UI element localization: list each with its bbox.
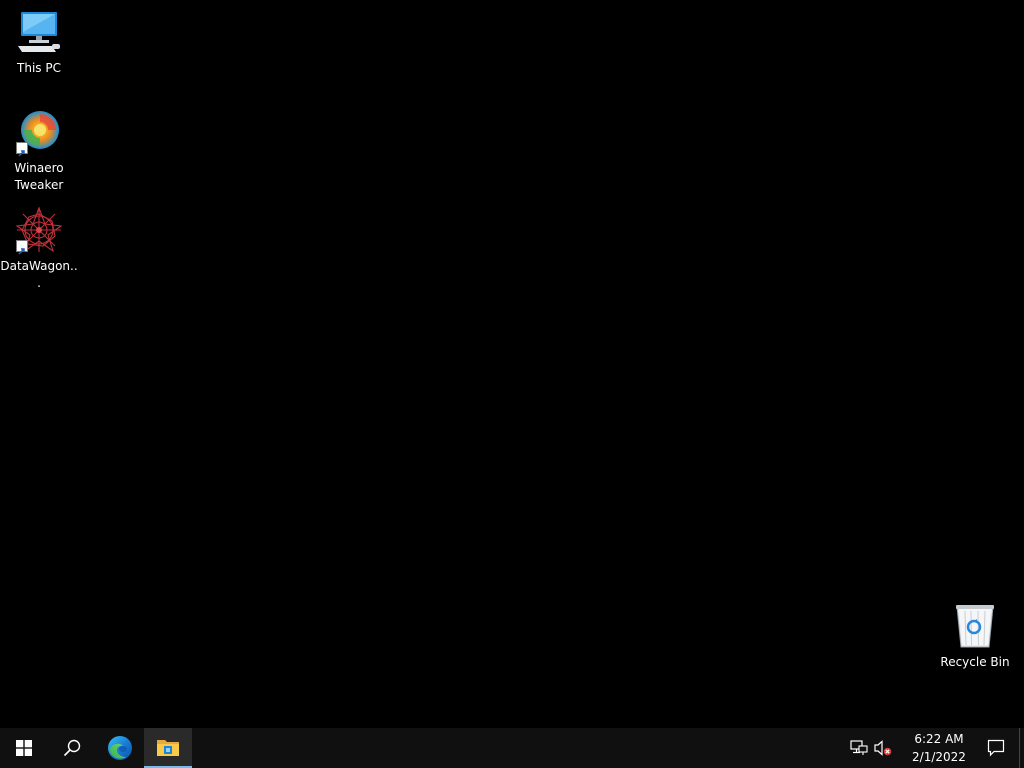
desktop-icon-label: Winaero Tweaker <box>14 161 64 192</box>
start-button[interactable] <box>0 728 48 768</box>
search-button[interactable] <box>48 728 96 768</box>
recycle-bin-icon <box>951 602 999 650</box>
desktop-icon-label: DataWagon... <box>0 259 78 290</box>
windows-logo-icon <box>16 740 32 756</box>
show-desktop-button[interactable] <box>1019 728 1024 768</box>
desktop-icon-label: Recycle Bin <box>940 655 1010 669</box>
shortcut-arrow-icon <box>16 142 28 157</box>
volume-muted-icon <box>874 740 892 756</box>
system-tray: 6:22 AM 2/1/2022 <box>847 728 1024 768</box>
file-explorer-button[interactable] <box>144 728 192 768</box>
clock[interactable]: 6:22 AM 2/1/2022 <box>905 728 973 768</box>
clock-date: 2/1/2022 <box>912 750 966 764</box>
desktop-icon-recycle-bin[interactable]: Recycle Bin <box>936 602 1014 671</box>
action-center-icon <box>987 739 1005 757</box>
datawagon-icon <box>15 206 63 255</box>
volume-button[interactable] <box>871 728 895 768</box>
clock-time: 6:22 AM <box>914 732 964 746</box>
taskbar: 6:22 AM 2/1/2022 <box>0 728 1024 768</box>
desktop-icon-datawagon[interactable]: DataWagon... <box>0 206 78 292</box>
winaero-tweaker-icon <box>15 108 63 157</box>
desktop-icon-label: This PC <box>17 61 61 75</box>
network-icon <box>850 740 868 755</box>
desktop-icon-winaero-tweaker[interactable]: Winaero Tweaker <box>0 108 78 194</box>
folder-icon <box>157 740 179 756</box>
search-icon <box>63 739 81 757</box>
network-button[interactable] <box>847 728 871 768</box>
desktop[interactable]: This PC Winaero Tweaker DataWagon... Rec… <box>0 0 1024 728</box>
shortcut-arrow-icon <box>16 240 28 255</box>
this-pc-icon <box>15 8 63 56</box>
edge-icon <box>108 736 132 760</box>
desktop-icon-this-pc[interactable]: This PC <box>0 8 78 77</box>
action-center-button[interactable] <box>973 728 1019 768</box>
edge-button[interactable] <box>96 728 144 768</box>
